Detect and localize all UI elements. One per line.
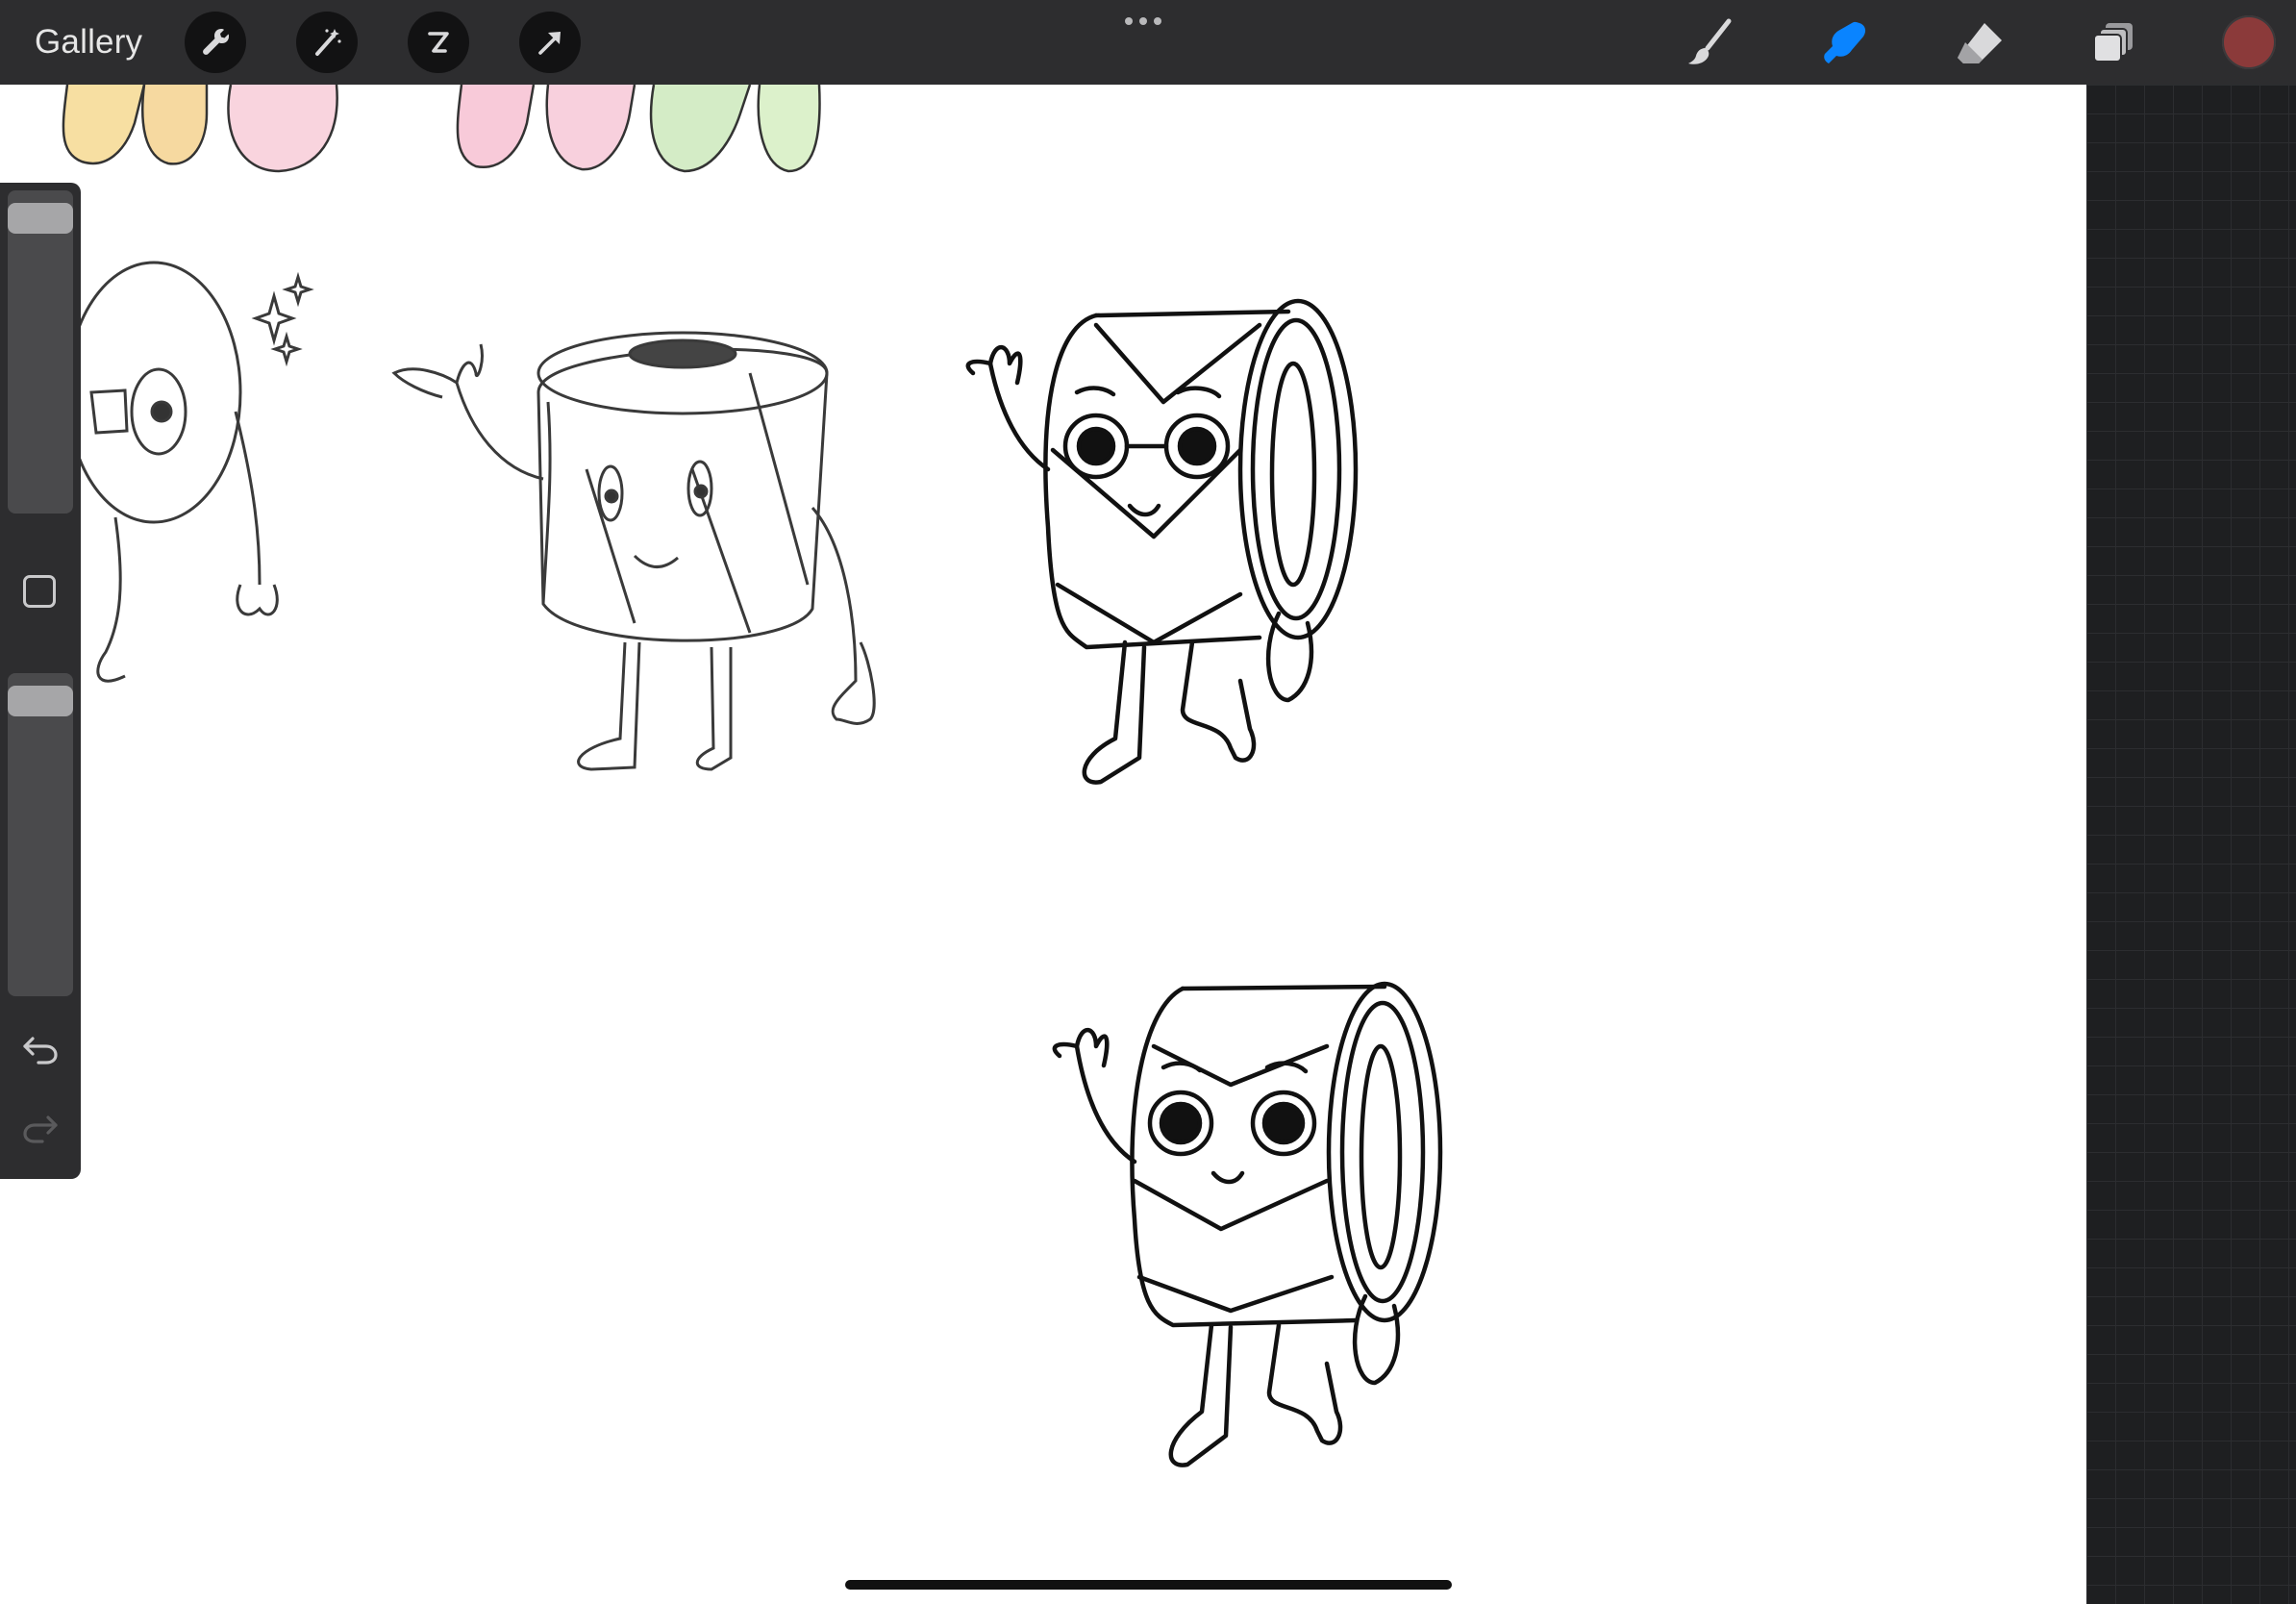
wrench-icon [203,29,229,55]
character-sketch-left [65,261,314,683]
more-options-icon[interactable] [1125,17,1161,25]
eraser-tool-button[interactable] [1950,13,2009,73]
actions-button[interactable] [185,12,246,73]
brush-tool-button[interactable] [1681,13,1740,73]
magic-wand-icon [315,29,341,56]
adjustments-button[interactable] [296,12,358,73]
artwork [62,85,1443,1467]
brush-opacity-thumb[interactable] [8,685,73,716]
undo-icon[interactable] [19,1029,62,1067]
character-inked-bottom [1052,981,1443,1467]
smudge-tool-button[interactable] [1815,13,1875,73]
drawing-canvas[interactable] [0,85,2086,1604]
character-sketch-middle [391,331,876,771]
brush-icon [1688,18,1732,64]
transform-button[interactable] [519,12,581,73]
brush-size-slider[interactable] [8,190,73,514]
brush-size-thumb[interactable] [8,202,73,234]
character-inked-top [965,298,1359,785]
brush-opacity-slider[interactable] [8,673,73,996]
redo-icon[interactable] [19,1108,62,1146]
colored-lettering-sketch [62,85,821,173]
top-toolbar: Gallery [0,0,2296,85]
home-indicator[interactable] [845,1580,1452,1590]
left-sidebar [0,183,81,1179]
smudge-icon [1824,21,1866,63]
layers-icon [2093,23,2133,63]
layers-button[interactable] [2084,13,2144,73]
move-arrow-icon [538,32,561,55]
eraser-icon [1958,23,2002,63]
selection-button[interactable] [408,12,469,73]
gallery-button[interactable]: Gallery [35,19,142,65]
color-picker-button[interactable] [2222,15,2276,69]
selection-icon [428,32,449,53]
modify-square-icon[interactable] [23,575,56,608]
workspace-grid [2086,85,2296,1604]
